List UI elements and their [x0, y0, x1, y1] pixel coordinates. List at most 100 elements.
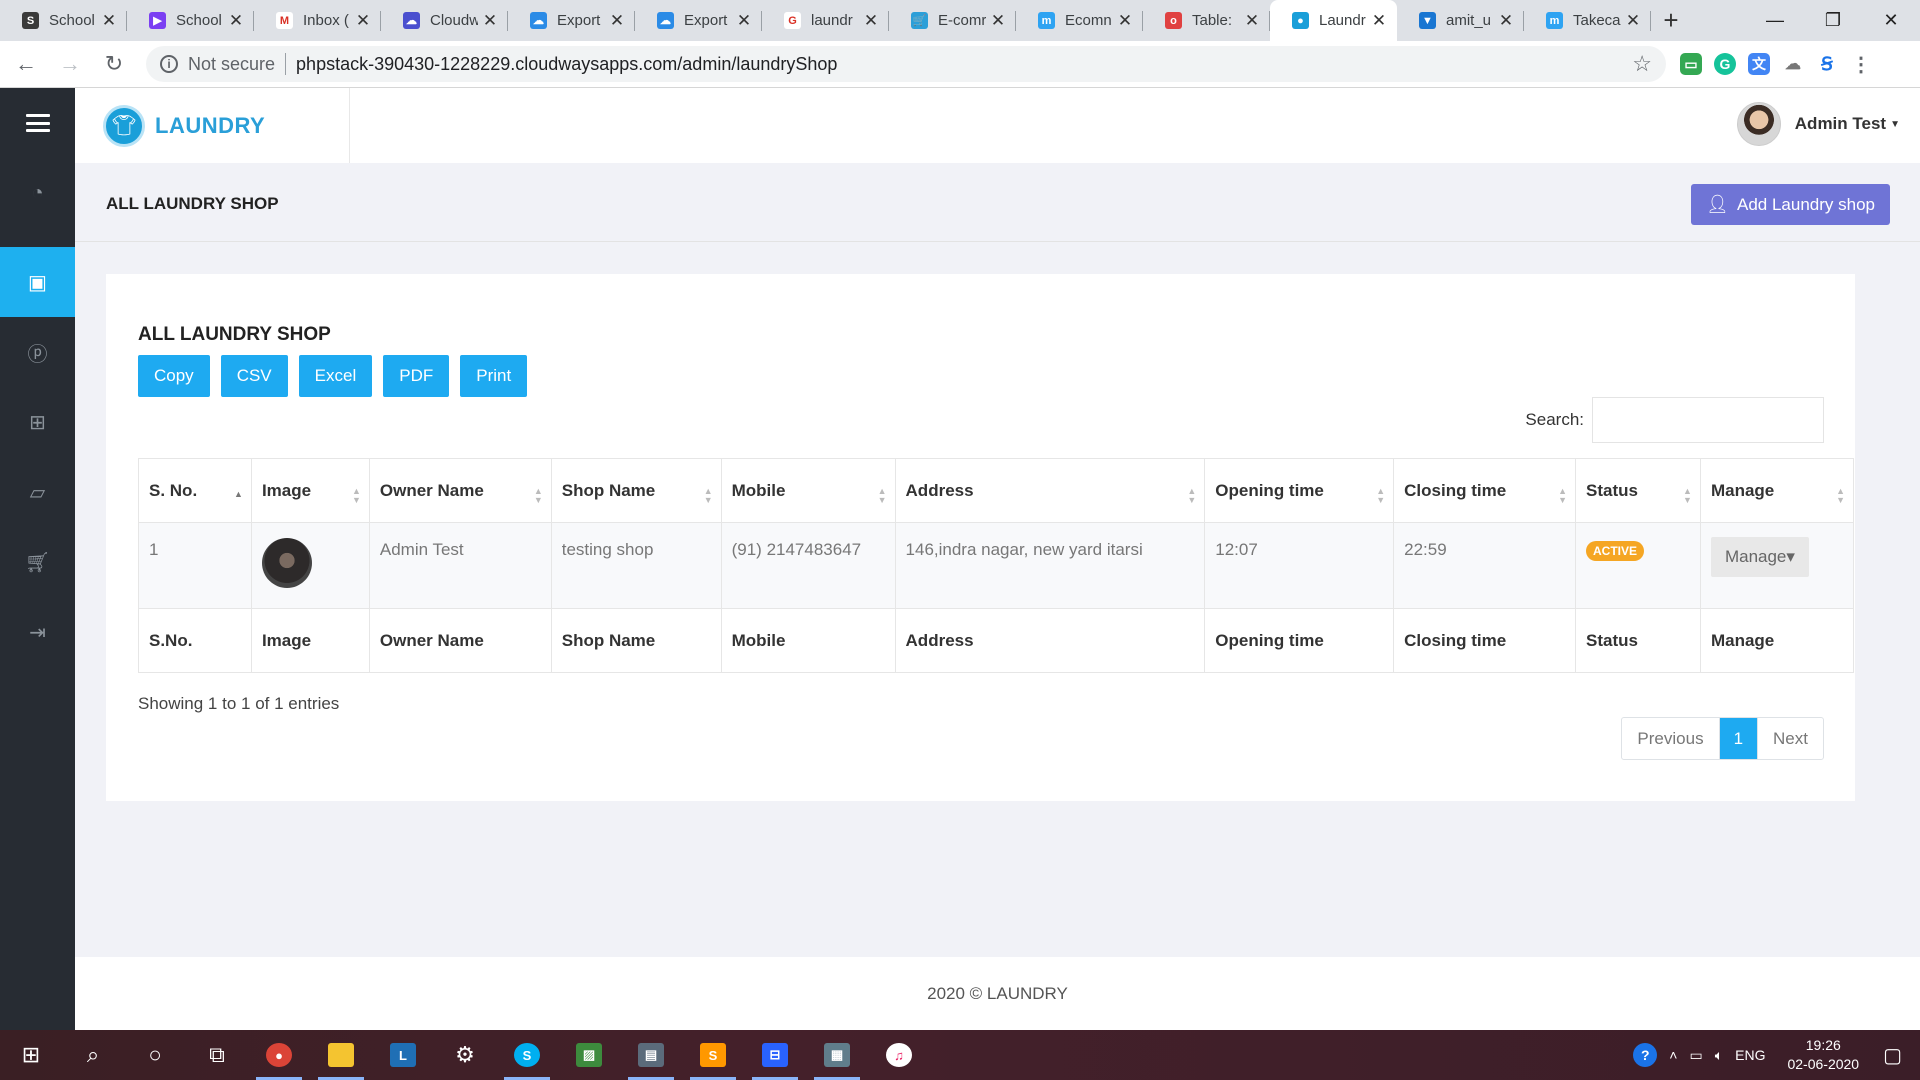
sort-icon[interactable]: ▲ ▼	[704, 487, 713, 505]
extension-tv-icon[interactable]: ▭	[1680, 53, 1702, 75]
info-icon[interactable]: i	[160, 55, 178, 73]
bookmark-star-icon[interactable]: ☆	[1632, 51, 1652, 77]
browser-tab[interactable]: m Takeca ✕	[1524, 0, 1651, 41]
extension-cloud-icon[interactable]: ☁	[1782, 53, 1804, 75]
close-tab-icon[interactable]: ✕	[990, 11, 1006, 31]
sidebar-item-dashboard[interactable]: ◔	[0, 158, 75, 228]
export-print-button[interactable]: Print	[460, 355, 528, 397]
column-header[interactable]: Address ▲ ▼	[894, 458, 1206, 523]
profile-icon[interactable]: Ꞩ	[1816, 53, 1838, 75]
sort-icon[interactable]: ▲ ▼	[878, 487, 887, 505]
close-tab-icon[interactable]: ✕	[1498, 11, 1514, 31]
sidebar-item-messages[interactable]: ▱	[0, 457, 75, 527]
grammarly-icon[interactable]: G	[1714, 53, 1736, 75]
sort-icon[interactable]: ▲ ▼	[1683, 487, 1692, 505]
remote-desktop-icon[interactable]: ▦	[806, 1030, 868, 1080]
browser-tab[interactable]: S School ✕	[0, 0, 127, 41]
export-copy-button[interactable]: Copy	[138, 355, 210, 397]
close-tab-icon[interactable]: ✕	[736, 11, 752, 31]
browser-tab[interactable]: ☁ Cloudw ✕	[381, 0, 508, 41]
language-indicator[interactable]: ENG	[1735, 1047, 1765, 1063]
windows-start-icon[interactable]: ⊞	[0, 1030, 62, 1080]
column-header[interactable]: Status ▲ ▼	[1575, 458, 1701, 523]
address-bar[interactable]: i Not secure phpstack-390430-1228229.clo…	[146, 46, 1666, 82]
caret-down-icon[interactable]: ▼	[1890, 119, 1900, 130]
back-button[interactable]: ←	[8, 46, 44, 82]
help-icon[interactable]: ?	[1633, 1043, 1658, 1067]
sort-icon[interactable]: ▲ ▼	[534, 487, 543, 505]
column-header[interactable]: Mobile ▲ ▼	[720, 458, 896, 523]
sublime-text-icon[interactable]: S	[682, 1030, 744, 1080]
menu-toggle-button[interactable]	[0, 88, 75, 158]
browser-tab[interactable]: M Inbox (✕	[254, 0, 381, 41]
task-view-icon[interactable]: ⧉	[186, 1030, 248, 1080]
column-header[interactable]: Manage ▲ ▼	[1699, 458, 1855, 523]
next-page-button[interactable]: Next	[1757, 718, 1823, 759]
sort-icon[interactable]: ▲ ▼	[1376, 487, 1385, 505]
network-tool-icon[interactable]: ⊟	[744, 1030, 806, 1080]
chrome-icon[interactable]: ●	[248, 1030, 310, 1080]
lync-icon[interactable]: L	[372, 1030, 434, 1080]
clock[interactable]: 19:26 02-06-2020	[1787, 1036, 1859, 1074]
sidebar-item-payments[interactable]: ⓟ	[0, 317, 75, 387]
sort-icon[interactable]: ▲ ▼	[1836, 487, 1845, 505]
column-header[interactable]: Image ▲ ▼	[250, 458, 370, 523]
file-explorer-icon[interactable]	[310, 1030, 372, 1080]
export-pdf-button[interactable]: PDF	[383, 355, 450, 397]
sort-icon[interactable]: ▲ ▼	[1187, 487, 1196, 505]
close-tab-icon[interactable]: ✕	[228, 11, 244, 31]
column-header[interactable]: Shop Name ▲ ▼	[550, 458, 722, 523]
settings-icon[interactable]: ⚙	[434, 1030, 496, 1080]
user-name[interactable]: Admin Test	[1795, 114, 1886, 134]
sort-ascending-icon[interactable]: ▲	[234, 490, 243, 499]
brand[interactable]: 👕︎ LAUNDRY	[75, 88, 350, 163]
close-tab-icon[interactable]: ✕	[863, 11, 879, 31]
reload-button[interactable]: ↻	[96, 46, 132, 82]
chevron-up-icon[interactable]: ˄	[1669, 1047, 1677, 1063]
image-editor-icon[interactable]: ▨	[558, 1030, 620, 1080]
browser-tab[interactable]: m Ecomn ✕	[1016, 0, 1143, 41]
browser-tab[interactable]: o Table: ✕	[1143, 0, 1270, 41]
column-header[interactable]: Owner Name ▲ ▼	[368, 458, 552, 523]
maximize-button[interactable]: ❐	[1804, 0, 1862, 41]
browser-tab[interactable]: ☁ Export ✕	[635, 0, 762, 41]
close-tab-icon[interactable]: ✕	[482, 11, 498, 31]
sort-icon[interactable]: ▲ ▼	[1558, 487, 1567, 505]
add-laundry-shop-button[interactable]: 👤︎ Add Laundry shop	[1691, 184, 1890, 225]
browser-tab[interactable]: Glaundr ✕	[762, 0, 889, 41]
browser-tab[interactable]: 🛒 E-comr ✕	[889, 0, 1016, 41]
database-tool-icon[interactable]: ▤	[620, 1030, 682, 1080]
close-tab-icon[interactable]: ✕	[101, 11, 117, 31]
network-icon[interactable]: ▭	[1689, 1047, 1702, 1064]
skype-icon[interactable]: S	[496, 1030, 558, 1080]
browser-tab[interactable]: ☁ Export ✕	[508, 0, 635, 41]
close-tab-icon[interactable]: ✕	[609, 11, 625, 31]
browser-menu-icon[interactable]: ⋮	[1850, 53, 1872, 76]
browser-tab[interactable]: ● Laundr ✕	[1270, 0, 1397, 41]
cortana-icon[interactable]: ○	[124, 1030, 186, 1080]
export-csv-button[interactable]: CSV	[220, 355, 288, 397]
sidebar-item-offers[interactable]: ⊞	[0, 387, 75, 457]
column-header[interactable]: Opening time ▲ ▼	[1204, 458, 1395, 523]
sidebar-item-laundry-shop[interactable]: ▣	[0, 247, 75, 317]
user-menu[interactable]: Admin Test ▼	[1736, 102, 1900, 146]
previous-page-button[interactable]: Previous	[1622, 718, 1720, 759]
minimize-button[interactable]: —	[1746, 0, 1804, 41]
close-tab-icon[interactable]: ✕	[1244, 11, 1260, 31]
forward-button[interactable]: →	[52, 46, 88, 82]
sidebar-item-orders[interactable]: 🛒︎	[0, 527, 75, 597]
search-icon[interactable]: ⌕	[62, 1030, 124, 1080]
sidebar-item-logout[interactable]: ⇥	[0, 597, 75, 667]
search-input[interactable]	[1592, 397, 1824, 443]
volume-icon[interactable]: 🔈︎	[1715, 1047, 1723, 1064]
url-text[interactable]: phpstack-390430-1228229.cloudwaysapps.co…	[296, 54, 1632, 75]
export-excel-button[interactable]: Excel	[298, 355, 373, 397]
close-tab-icon[interactable]: ✕	[1625, 11, 1641, 31]
browser-tab[interactable]: ▼ amit_u ✕	[1397, 0, 1524, 41]
close-tab-icon[interactable]: ✕	[1371, 11, 1387, 31]
close-tab-icon[interactable]: ✕	[355, 11, 371, 31]
close-tab-icon[interactable]: ✕	[1117, 11, 1133, 31]
new-tab-button[interactable]: +	[1651, 0, 1691, 41]
browser-tab[interactable]: ▶ School ✕	[127, 0, 254, 41]
avatar[interactable]	[1736, 102, 1781, 146]
